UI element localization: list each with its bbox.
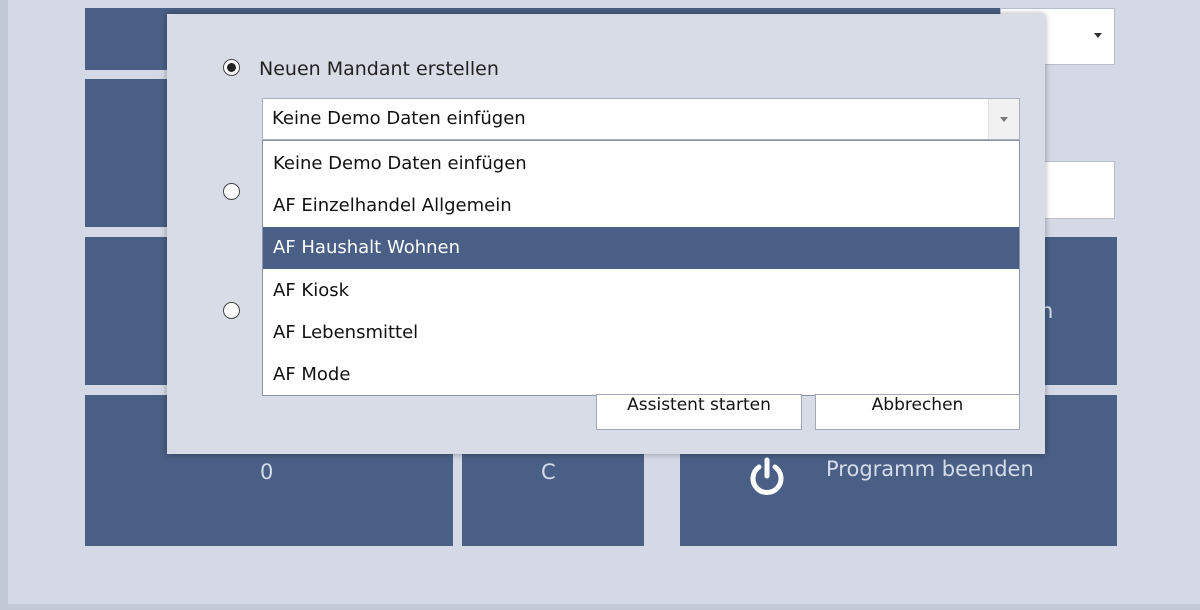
chevron-down-icon: [1094, 33, 1102, 38]
dropdown-option[interactable]: AF Lebensmittel: [263, 312, 1019, 354]
radio-option-3[interactable]: [223, 302, 240, 319]
cancel-label: Abbrechen: [871, 395, 964, 415]
start-wizard-label: Assistent starten: [627, 395, 771, 415]
dropdown-option[interactable]: AF Kiosk: [263, 270, 1019, 312]
window-frame-bottom: [0, 604, 1200, 610]
tile-row2-left[interactable]: [85, 79, 175, 227]
demo-data-dropdown-list: Keine Demo Daten einfügen AF Einzelhande…: [262, 140, 1020, 396]
key-clear-label: C: [541, 460, 556, 484]
demo-data-combo[interactable]: Keine Demo Daten einfügen: [262, 98, 1020, 140]
dropdown-option[interactable]: Keine Demo Daten einfügen: [263, 143, 1019, 185]
radio-new-client[interactable]: [223, 59, 240, 76]
demo-data-combo-value: Keine Demo Daten einfügen: [272, 108, 526, 129]
dropdown-option-highlighted[interactable]: AF Haushalt Wohnen: [263, 227, 1019, 269]
radio-option-2[interactable]: [223, 183, 240, 200]
exit-program-label: Programm beenden: [826, 457, 1034, 481]
start-wizard-button[interactable]: Assistent starten: [596, 394, 802, 430]
chevron-down-icon: [1000, 117, 1008, 122]
combo-dropdown-button[interactable]: [988, 99, 1019, 139]
dropdown-option[interactable]: AF Einzelhandel Allgemein: [263, 185, 1019, 227]
cancel-button[interactable]: Abbrechen: [815, 394, 1020, 430]
tile-row3-left[interactable]: [85, 237, 175, 385]
radio-new-client-label: Neuen Mandant erstellen: [259, 58, 499, 80]
power-icon: [750, 457, 784, 495]
window-frame-left: [0, 0, 8, 610]
radio-selected-dot: [227, 63, 236, 72]
dropdown-option[interactable]: AF Mode: [263, 354, 1019, 396]
key-zero-label: 0: [260, 460, 274, 484]
